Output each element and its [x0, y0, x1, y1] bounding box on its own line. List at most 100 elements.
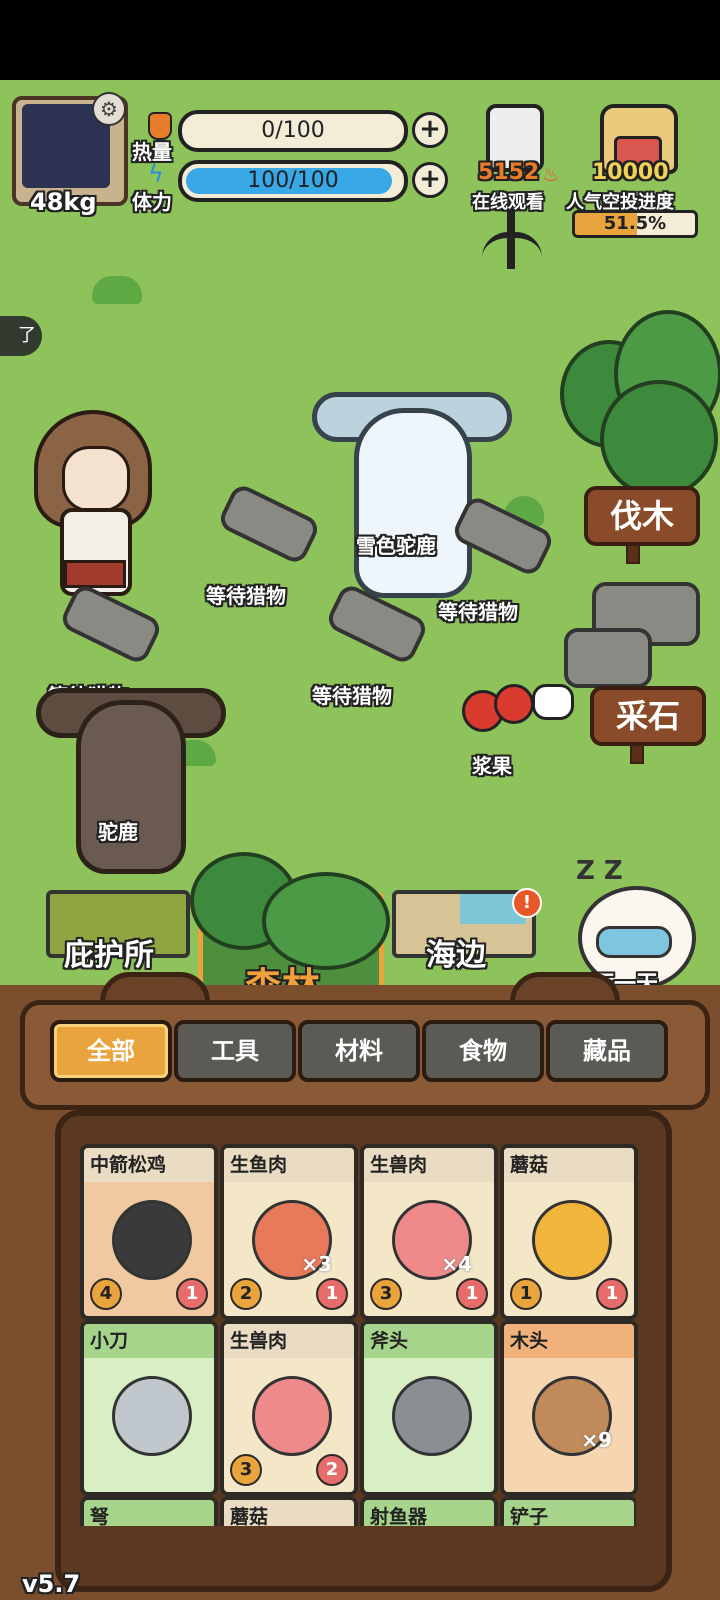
item-count-badge: 3	[230, 1454, 262, 1486]
item-level-badge: 1	[176, 1278, 208, 1310]
airdrop-count: 10000	[592, 160, 669, 185]
item-body: 41	[84, 1182, 214, 1316]
item-name: 蘑菇	[230, 1506, 269, 1526]
category-tab-collectibles[interactable]: 藏品	[546, 1020, 668, 1082]
inventory-card[interactable]: 射鱼器	[360, 1496, 498, 1526]
item-body: 32	[224, 1358, 354, 1492]
lightning-icon: ϟ	[148, 160, 164, 188]
alert-badge: !	[512, 888, 542, 918]
item-name: 生鱼肉	[224, 1148, 354, 1182]
stamina-bar: 100/100	[178, 160, 408, 202]
item-count-badge: 1	[510, 1278, 542, 1310]
viewers-label: 在线观看	[472, 192, 544, 213]
item-name: 弩	[90, 1506, 110, 1526]
berries-label: 浆果	[472, 754, 512, 778]
item-level-badge: 1	[456, 1278, 488, 1310]
trap-label: 等待猎物	[438, 600, 518, 624]
inventory-card[interactable]: 生兽肉 3 2	[220, 1320, 358, 1496]
item-name: 铲子	[510, 1506, 549, 1526]
add-heat-button[interactable]: +	[412, 112, 448, 148]
sleep-mask	[596, 926, 672, 958]
item-name: 生兽肉	[364, 1148, 494, 1182]
category-tab-all[interactable]: 全部	[50, 1020, 172, 1082]
viewers-count: 5152	[478, 160, 540, 185]
item-name: 小刀	[84, 1324, 214, 1358]
inventory-card[interactable]: 小刀	[80, 1320, 218, 1496]
item-name: 蘑菇	[504, 1148, 634, 1182]
trap[interactable]	[442, 493, 556, 579]
gear-icon[interactable]: ⚙	[92, 92, 126, 126]
item-name: 生兽肉	[224, 1324, 354, 1358]
snow-moose-label: 雪色驼鹿	[356, 534, 436, 558]
add-stamina-button[interactable]: +	[412, 162, 448, 198]
item-level-badge: 2	[316, 1454, 348, 1486]
item-name: 木头	[504, 1324, 634, 1358]
moose-label: 驼鹿	[98, 820, 138, 844]
item-stack-count: ×3	[301, 1252, 332, 1276]
trap[interactable]	[316, 581, 430, 667]
inventory-row-partial: 弩 蘑菇 射鱼器 铲子	[80, 1496, 636, 1526]
inventory-card[interactable]: 生兽肉 ×4 3 1	[360, 1144, 498, 1320]
trap[interactable]	[50, 581, 164, 667]
item-body: 11	[504, 1182, 634, 1316]
trap-label: 等待猎物	[206, 584, 286, 608]
knife-icon	[112, 1376, 192, 1456]
side-hint-tab[interactable]: 了	[0, 316, 42, 356]
grouse-icon	[112, 1200, 192, 1280]
category-tab-food[interactable]: 食物	[422, 1020, 544, 1082]
item-body	[84, 1358, 214, 1492]
grass-tuft	[92, 276, 142, 304]
item-count-badge: 2	[230, 1278, 262, 1310]
hand-pointer-icon	[532, 684, 574, 720]
item-body	[364, 1358, 494, 1492]
category-tab-materials[interactable]: 材料	[298, 1020, 420, 1082]
item-name: 斧头	[364, 1324, 494, 1358]
mine-stone-button[interactable]: 采石	[590, 686, 706, 746]
item-level-badge: 1	[316, 1278, 348, 1310]
item-body: ×9	[504, 1358, 634, 1492]
mushroom-icon	[532, 1200, 612, 1280]
item-stack-count: ×9	[581, 1428, 612, 1452]
pine-tree	[600, 380, 718, 498]
airdrop-progress-text: 51.5%	[603, 213, 667, 234]
item-count-badge: 4	[90, 1278, 122, 1310]
tab-seaside-label: 海边	[426, 938, 486, 973]
inventory-card[interactable]: 中箭松鸡 4 1	[80, 1144, 218, 1320]
tab-shelter-label: 庇护所	[64, 938, 154, 973]
stamina-value: 100/100	[247, 168, 339, 193]
airdrop-progress-bar: 51.5%	[572, 210, 698, 238]
game-screen: ⚙ 48kg 热量 0/100 + ϟ 体力 100/100 + 5152 ♨ …	[0, 0, 720, 1600]
inventory-card[interactable]: 铲子	[500, 1496, 636, 1526]
category-tab-tools[interactable]: 工具	[174, 1020, 296, 1082]
character-face	[62, 446, 130, 512]
item-name: 中箭松鸡	[84, 1148, 214, 1182]
stamina-label: 体力	[132, 190, 172, 214]
inventory-card[interactable]: 弩	[80, 1496, 218, 1526]
trap-label: 等待猎物	[312, 684, 392, 708]
player-weight: 48kg	[30, 188, 97, 216]
sleep-z-icon: Z Z	[576, 856, 623, 886]
moose[interactable]	[76, 700, 186, 874]
raw-meat-icon	[252, 1376, 332, 1456]
heat-value: 0/100	[261, 118, 325, 143]
berry[interactable]	[494, 684, 534, 724]
item-level-badge: 1	[596, 1278, 628, 1310]
inventory-card[interactable]: 生鱼肉 ×3 2 1	[220, 1144, 358, 1320]
axe-icon	[392, 1376, 472, 1456]
item-body: ×4 3 1	[364, 1182, 494, 1316]
item-name: 射鱼器	[370, 1506, 428, 1526]
chop-wood-button[interactable]: 伐木	[584, 486, 700, 546]
inventory-card[interactable]: 斧头	[360, 1320, 498, 1496]
rock-pile	[564, 628, 652, 688]
inventory-card[interactable]: 蘑菇	[220, 1496, 358, 1526]
character-skirt	[64, 560, 126, 588]
inventory-card[interactable]: 木头 ×9	[500, 1320, 638, 1496]
heat-bar: 0/100	[178, 110, 408, 152]
item-count-badge: 3	[370, 1278, 402, 1310]
inventory-card[interactable]: 蘑菇 1 1	[500, 1144, 638, 1320]
version-label: v5.7	[22, 1570, 81, 1598]
item-body: ×3 2 1	[224, 1182, 354, 1316]
trap[interactable]	[208, 481, 322, 567]
status-bar-area	[0, 0, 720, 80]
item-stack-count: ×4	[441, 1252, 472, 1276]
